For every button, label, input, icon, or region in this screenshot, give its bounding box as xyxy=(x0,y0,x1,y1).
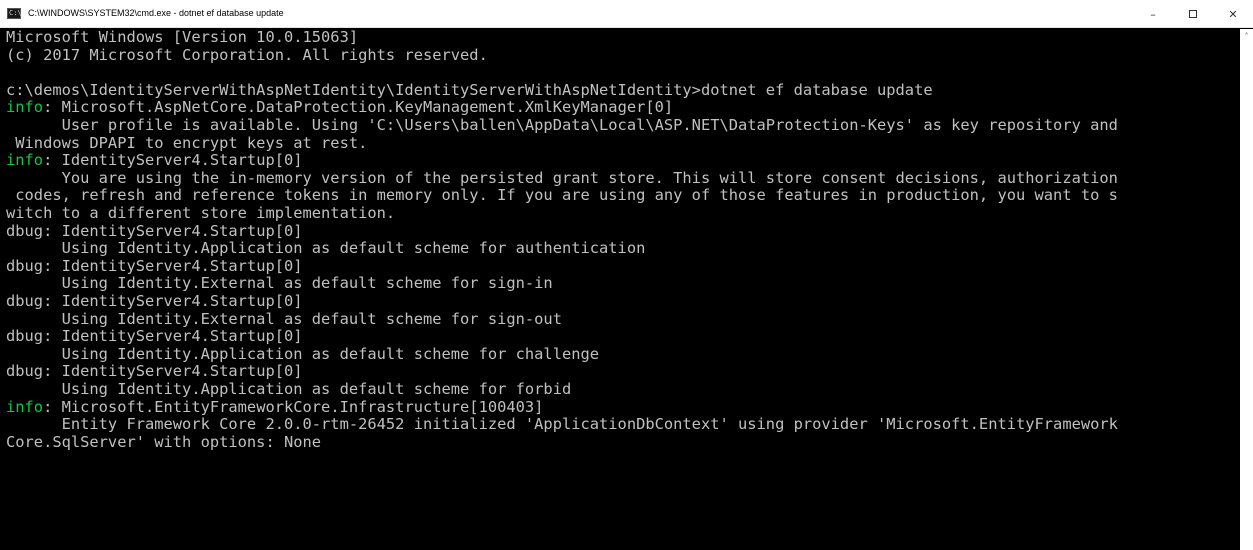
console-line-text: User profile is available. Using 'C:\Use… xyxy=(6,116,1118,134)
console-line-text: Using Identity.External as default schem… xyxy=(6,274,553,293)
console-line: (c) 2017 Microsoft Corporation. All righ… xyxy=(6,45,488,65)
console-line: c:\demos\IdentityServerWithAspNetIdentit… xyxy=(6,80,933,100)
console-line-text: : IdentityServer4.Startup[0] xyxy=(43,256,303,275)
log-level-label: dbug xyxy=(6,292,44,310)
close-icon: ✕ xyxy=(1228,7,1238,21)
window-title: C:\WINDOWS\SYSTEM32\cmd.exe - dotnet ef … xyxy=(28,8,284,18)
console-line: Using Identity.External as default schem… xyxy=(6,309,562,329)
console-line: dbug: IdentityServer4.Startup[0] xyxy=(6,256,303,276)
console-line-text: : Microsoft.AspNetCore.DataProtection.Ke… xyxy=(43,98,674,117)
console-line: info: IdentityServer4.Startup[0] xyxy=(6,151,303,170)
console-line-text: : Microsoft.EntityFrameworkCore.Infrastr… xyxy=(43,397,544,416)
log-level-label: info xyxy=(6,397,44,416)
console-line-text: Entity Framework Core 2.0.0-rtm-26452 in… xyxy=(6,415,1118,434)
vertical-scrollbar[interactable]: ˄ xyxy=(1240,29,1253,550)
console-line-text: c:\demos\IdentityServerWithAspNetIdentit… xyxy=(6,80,933,99)
console-line-text: (c) 2017 Microsoft Corporation. All righ… xyxy=(6,45,488,64)
scroll-up-arrow-icon[interactable]: ˄ xyxy=(1240,30,1253,43)
console-line-text: Windows DPAPI to encrypt keys at rest. xyxy=(6,133,368,152)
console-line-text: codes, refresh and reference tokens in m… xyxy=(6,186,1118,205)
console-line: info: Microsoft.AspNetCore.DataProtectio… xyxy=(6,99,673,117)
console-line-text: Using Identity.Application as default sc… xyxy=(6,344,600,363)
console-output[interactable]: Microsoft Windows [Version 10.0.15063] (c… xyxy=(0,29,1240,550)
console-window: C:\ C:\WINDOWS\SYSTEM32\cmd.exe - dotnet… xyxy=(0,0,1253,550)
console-line: User profile is available. Using 'C:\Use… xyxy=(6,116,1118,135)
log-level-label: dbug xyxy=(6,362,44,381)
log-level-label: dbug xyxy=(6,327,44,346)
console-line: witch to a different store implementatio… xyxy=(6,204,396,223)
maximize-button[interactable] xyxy=(1173,0,1213,28)
console-line: Windows DPAPI to encrypt keys at rest. xyxy=(6,133,368,153)
console-line-text: : IdentityServer4.Startup[0] xyxy=(43,151,303,170)
console-line: codes, refresh and reference tokens in m… xyxy=(6,187,1118,205)
console-line: Using Identity.Application as default sc… xyxy=(6,380,572,399)
console-line: You are using the in-memory version of t… xyxy=(6,168,1118,188)
console-line: info: Microsoft.EntityFrameworkCore.Infr… xyxy=(6,397,544,417)
console-line: Using Identity.External as default schem… xyxy=(6,275,553,293)
title-bar[interactable]: C:\ C:\WINDOWS\SYSTEM32\cmd.exe - dotnet… xyxy=(0,0,1253,28)
console-line: dbug: IdentityServer4.Startup[0] xyxy=(6,327,303,346)
maximize-icon xyxy=(1189,10,1197,18)
console-line: dbug: IdentityServer4.Startup[0] xyxy=(6,363,303,381)
console-line-text: witch to a different store implementatio… xyxy=(6,204,396,222)
console-line: Using Identity.Application as default sc… xyxy=(6,239,646,258)
console-line-text: : IdentityServer4.Startup[0] xyxy=(43,362,303,381)
log-level-label: info xyxy=(6,151,44,170)
console-line-text: : IdentityServer4.Startup[0] xyxy=(43,292,303,310)
log-level-label: dbug xyxy=(6,256,44,275)
minimize-button[interactable]: – xyxy=(1133,0,1173,28)
cmd-console-icon[interactable]: C:\ xyxy=(7,8,22,19)
console-line: Entity Framework Core 2.0.0-rtm-26452 in… xyxy=(6,415,1118,434)
console-line: Core.SqlServer' with options: None xyxy=(6,432,322,452)
console-line-text: Core.SqlServer' with options: None xyxy=(6,432,322,451)
console-line-text: Microsoft Windows [Version 10.0.15063] xyxy=(6,29,359,46)
console-line: Microsoft Windows [Version 10.0.15063] xyxy=(6,29,358,47)
console-line: dbug: IdentityServer4.Startup[0] xyxy=(6,292,303,311)
console-line-text: You are using the in-memory version of t… xyxy=(6,168,1118,187)
console-line-text: Using Identity.Application as default sc… xyxy=(6,380,572,398)
console-line-text: : IdentityServer4.Startup[0] xyxy=(43,221,303,240)
log-level-label: dbug xyxy=(6,221,44,240)
console-line-text: Using Identity.Application as default sc… xyxy=(6,239,646,258)
console-line: Using Identity.Application as default sc… xyxy=(6,344,600,364)
console-line: dbug: IdentityServer4.Startup[0] xyxy=(6,221,303,241)
console-line-text: : IdentityServer4.Startup[0] xyxy=(43,327,303,346)
console-line-text: Using Identity.External as default schem… xyxy=(6,309,562,328)
close-button[interactable]: ✕ xyxy=(1213,0,1253,28)
minimize-icon: – xyxy=(1150,7,1156,21)
log-level-label: info xyxy=(6,98,44,117)
